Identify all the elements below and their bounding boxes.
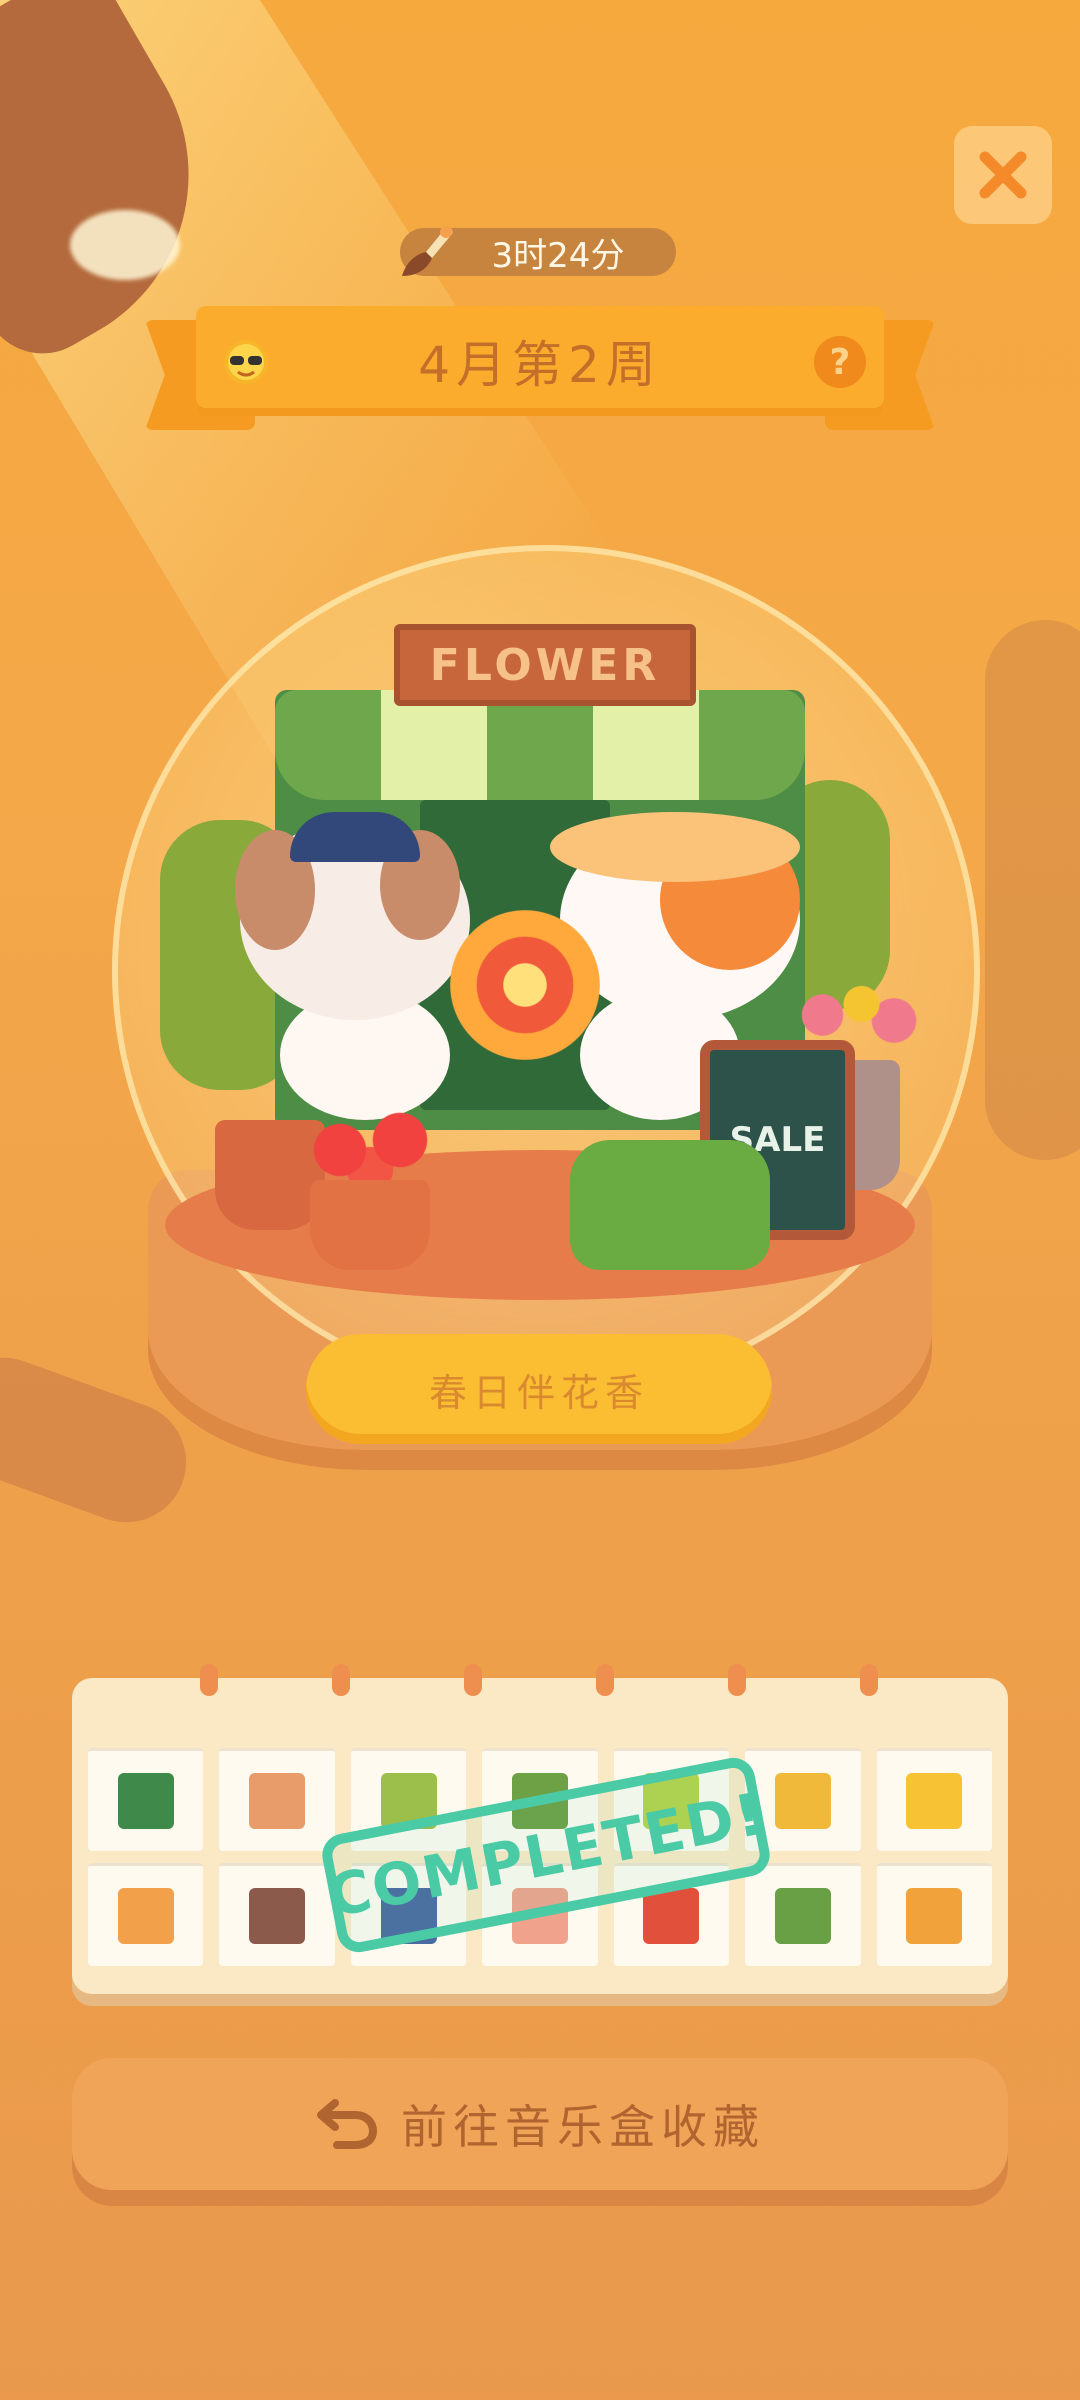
goto-music-box-button[interactable]: 前往音乐盒收藏 — [72, 2058, 1008, 2190]
wreath-icon — [906, 1888, 963, 1944]
side-decoration-right — [985, 620, 1080, 1160]
scene-title-plaque: 春日伴花香 — [306, 1334, 772, 1444]
flower-bouquet-icon — [249, 1773, 306, 1829]
watering-can — [570, 1140, 770, 1270]
green-lantern-icon — [117, 1773, 174, 1829]
calendar-ring — [860, 1664, 878, 1696]
dog-hat — [290, 812, 420, 862]
close-icon — [979, 151, 1027, 199]
bouquet — [450, 910, 600, 1060]
lamp-bulb — [70, 210, 180, 280]
calendar-ring — [596, 1664, 614, 1696]
week-banner: 4月第2周 — [196, 306, 884, 416]
calendar-day-cell — [219, 1748, 335, 1851]
close-button[interactable] — [954, 126, 1052, 224]
shop-awning — [275, 690, 805, 800]
calendar-day-cell — [88, 1748, 204, 1851]
help-icon: ? — [829, 341, 851, 383]
help-button[interactable]: ? — [814, 336, 866, 388]
bee-icon — [774, 1773, 831, 1829]
return-arrow-icon — [317, 2099, 378, 2149]
calendar-ring — [332, 1664, 350, 1696]
calendar-ring — [464, 1664, 482, 1696]
goto-music-box-label: 前往音乐盒收藏 — [401, 2100, 765, 2154]
calendar-ring — [200, 1664, 218, 1696]
calendar-day-cell — [876, 1748, 992, 1851]
calendar-day-cell — [745, 1863, 861, 1966]
cat-face-icon — [117, 1888, 174, 1944]
shop-sign-text: FLOWER — [429, 639, 661, 691]
yellow-flower-icon — [906, 1773, 963, 1829]
timer-text: 3时24分 — [491, 235, 625, 276]
paintbrush-icon — [402, 226, 453, 276]
sun-sunglasses-icon — [224, 340, 268, 384]
calendar-ring — [728, 1664, 746, 1696]
shop-sign: FLOWER — [394, 624, 696, 706]
scene-title: 春日伴花香 — [428, 1370, 649, 1415]
cat-hat — [550, 812, 800, 882]
calendar-day-cell — [219, 1863, 335, 1966]
flower-pot-middle — [310, 1180, 430, 1270]
calendar-day-cell — [88, 1863, 204, 1966]
green-bench-icon — [774, 1888, 831, 1944]
red-flower-icon — [643, 1888, 700, 1944]
bear-icon — [249, 1888, 306, 1944]
week-title: 4月第2周 — [418, 336, 662, 394]
calendar-day-cell — [876, 1863, 992, 1966]
